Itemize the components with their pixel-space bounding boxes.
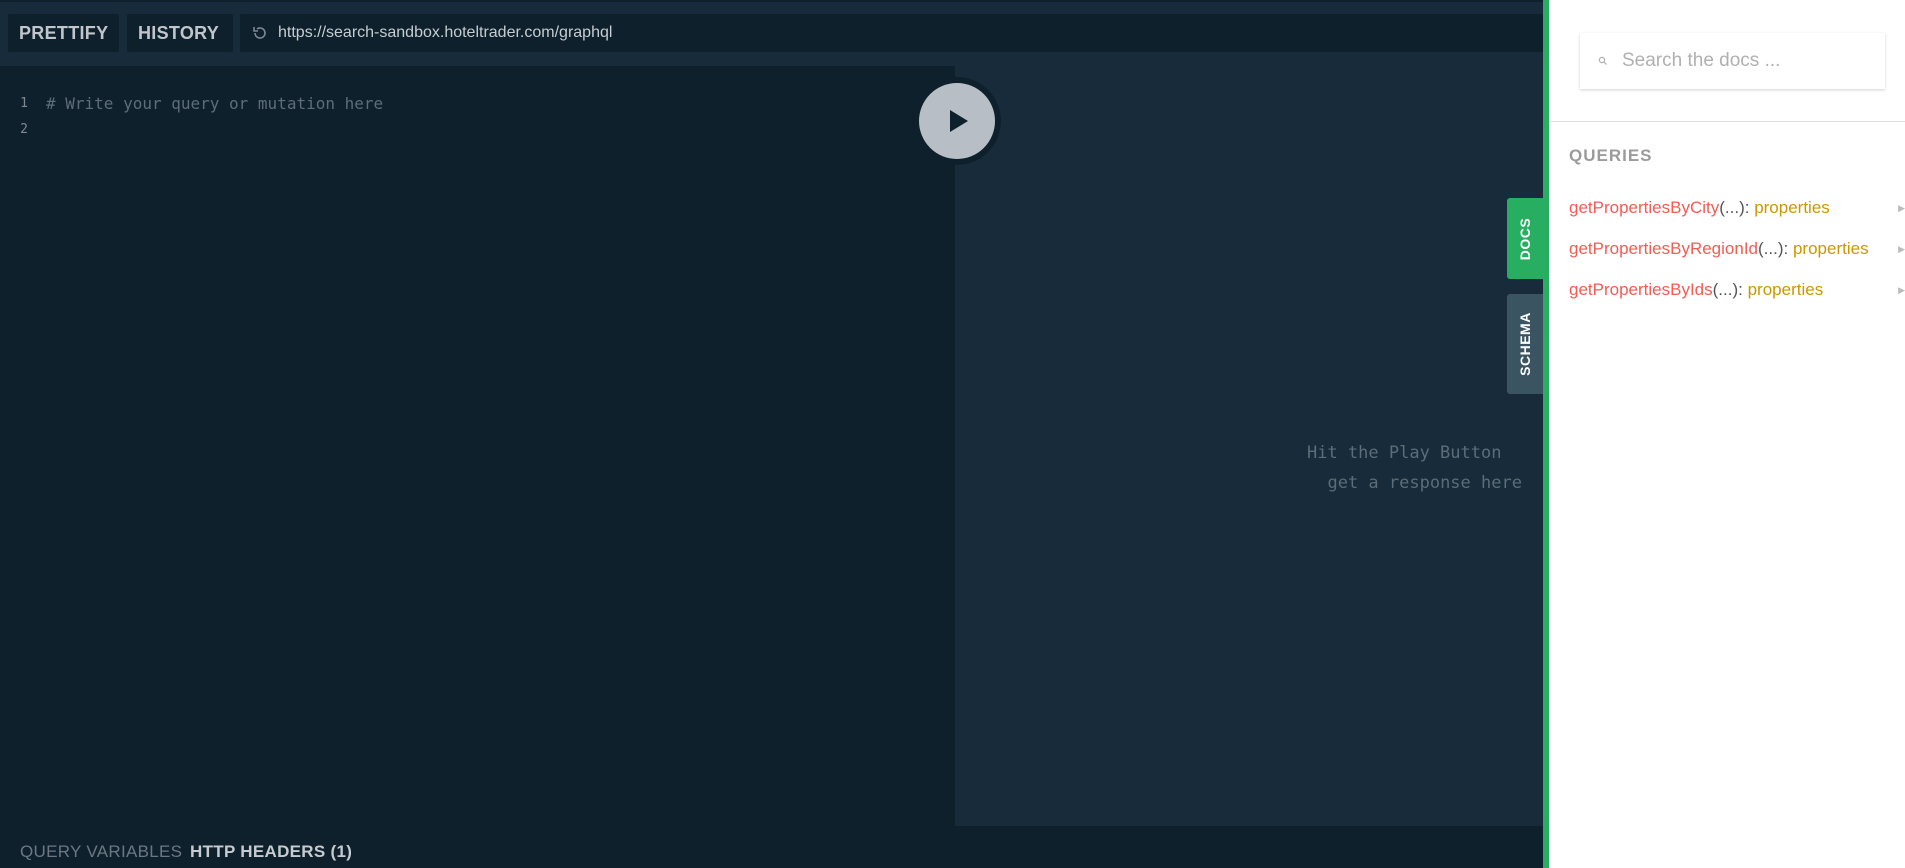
query-return-type[interactable]: properties: [1748, 280, 1824, 299]
arrow-right-icon: ▶: [1898, 285, 1905, 295]
prettify-button[interactable]: PRETTIFY: [8, 14, 119, 52]
query-colon: :: [1783, 239, 1793, 258]
query-editor[interactable]: 1 2 # Write your query or mutation here: [0, 64, 955, 826]
query-colon: :: [1744, 198, 1755, 217]
query-field-name[interactable]: getPropertiesByRegionId: [1569, 239, 1758, 258]
docs-panel: QUERIES getPropertiesByCity(...): proper…: [1549, 0, 1905, 868]
result-hint-line2: get a response here: [1327, 473, 1522, 493]
line-number: 2: [20, 122, 28, 137]
docs-tab-label: DOCS: [1517, 217, 1534, 260]
query-item-get-properties-by-city[interactable]: getPropertiesByCity(...): properties ▶: [1569, 196, 1905, 220]
editor-placeholder-comment[interactable]: # Write your query or mutation here: [46, 94, 383, 113]
bottom-panel-tabs: QUERY VARIABLES HTTP HEADERS (1): [0, 826, 1545, 868]
tab-query-variables[interactable]: QUERY VARIABLES: [20, 842, 182, 862]
execute-query-button[interactable]: [913, 77, 1001, 165]
tab-http-headers[interactable]: HTTP HEADERS (1): [190, 842, 352, 862]
endpoint-url[interactable]: https://search-sandbox.hoteltrader.com/g…: [278, 14, 612, 52]
docs-search-box[interactable]: [1580, 33, 1885, 89]
top-divider: [0, 0, 1545, 2]
docs-search-input[interactable]: [1620, 45, 1870, 77]
top-toolbar: PRETTIFY HISTORY https://search-sandbox.…: [0, 0, 1550, 64]
history-button[interactable]: HISTORY: [127, 14, 233, 52]
play-button-inner[interactable]: [919, 83, 995, 159]
search-icon: [1598, 33, 1610, 89]
queries-section-title: QUERIES: [1569, 146, 1653, 165]
schema-tab-label: SCHEMA: [1517, 312, 1534, 376]
query-return-type[interactable]: properties: [1793, 239, 1869, 258]
docs-tab[interactable]: DOCS: [1507, 198, 1543, 279]
schema-tab[interactable]: SCHEMA: [1507, 294, 1543, 394]
result-pane: Hit the Play Button get a response here: [955, 64, 1545, 826]
reload-icon[interactable]: [248, 14, 272, 52]
query-field-name[interactable]: getPropertiesByCity: [1569, 198, 1719, 217]
result-hint: Hit the Play Button get a response here: [1307, 438, 1522, 498]
result-hint-line1: Hit the Play Button: [1307, 443, 1502, 463]
arrow-right-icon: ▶: [1898, 203, 1905, 213]
play-icon: [950, 110, 968, 132]
query-colon: :: [1738, 280, 1748, 299]
docs-header: [1549, 0, 1905, 122]
query-item-get-properties-by-region-id[interactable]: getPropertiesByRegionId(...): properties…: [1569, 237, 1905, 261]
query-return-type[interactable]: properties: [1754, 198, 1830, 217]
query-args: (...): [1712, 280, 1739, 299]
query-item-get-properties-by-ids[interactable]: getPropertiesByIds(...): properties ▶: [1569, 278, 1905, 302]
graphql-playground: PRETTIFY HISTORY https://search-sandbox.…: [0, 0, 1905, 868]
query-args: (...): [1719, 198, 1745, 217]
query-field-name[interactable]: getPropertiesByIds: [1569, 280, 1713, 299]
endpoint-url-bar[interactable]: https://search-sandbox.hoteltrader.com/g…: [240, 14, 1550, 52]
query-args: (...): [1758, 239, 1784, 258]
line-number: 1: [20, 96, 28, 111]
editor-top-divider: [0, 64, 955, 66]
arrow-right-icon: ▶: [1898, 244, 1905, 254]
